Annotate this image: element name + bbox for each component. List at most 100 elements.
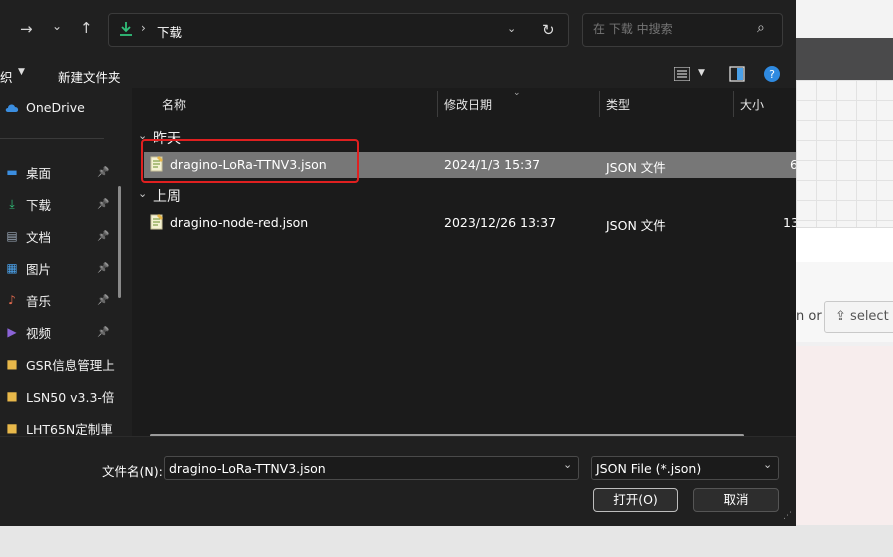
sidebar-item[interactable]: ▤ 文档 📌: [0, 222, 118, 250]
sidebar-item-label: LSN50 v3.3-倍: [26, 389, 115, 405]
view-dropdown-icon[interactable]: ▼: [698, 68, 705, 78]
group-collapse-chevron-icon[interactable]: ⌄: [138, 187, 147, 200]
dialog-footer: 文件名(N): dragino-LoRa-TTNV3.json ⌄ JSON F…: [0, 436, 796, 526]
file-size: 6: [790, 157, 796, 172]
desktop-icon: ▬: [6, 165, 18, 179]
breadcrumb-separator: ›: [141, 21, 146, 35]
sidebar-item-label: 图片: [26, 261, 52, 277]
pin-icon[interactable]: 📌: [97, 199, 109, 210]
upload-icon: ⇪: [835, 309, 846, 324]
file-type: JSON 文件: [606, 160, 666, 175]
up-arrow-icon[interactable]: ↑: [80, 19, 93, 37]
recent-locations-chevron-icon[interactable]: ⌄: [52, 19, 62, 33]
sidebar-item-label: OneDrive: [26, 99, 85, 115]
sidebar-item[interactable]: ⤓ 下载 📌: [0, 190, 118, 218]
pin-icon[interactable]: 📌: [97, 231, 109, 242]
column-separator[interactable]: [437, 91, 438, 117]
refresh-icon[interactable]: ↻: [542, 21, 555, 39]
preview-pane-icon[interactable]: [729, 66, 745, 85]
download-icon: ⤓: [9, 196, 15, 211]
open-button[interactable]: 打开(O): [593, 488, 678, 512]
pin-icon[interactable]: 📌: [97, 263, 109, 274]
address-bar[interactable]: › 下载 ⌄ ↻: [108, 13, 569, 47]
pin-icon[interactable]: 📌: [97, 167, 109, 178]
resize-grip-icon[interactable]: ⋰: [783, 511, 792, 521]
address-row: → ⌄ ↑ › 下载 ⌄ ↻ ⌕: [0, 0, 796, 60]
group-header-last-week[interactable]: 上周: [153, 186, 181, 206]
search-input[interactable]: [591, 21, 755, 37]
file-open-dialog: → ⌄ ↑ › 下载 ⌄ ↻ ⌕ 织 ▼ 新建文件夹 ▼ ?: [0, 0, 796, 526]
background-select-button[interactable]: ⇪ select a: [824, 301, 893, 333]
filename-label: 文件名(N):: [102, 464, 163, 479]
file-date: 2023/12/26 13:37: [444, 215, 557, 230]
json-file-icon: [150, 214, 164, 233]
sidebar-item[interactable]: ▬ 桌面 📌: [0, 158, 118, 186]
sidebar-item-label: 桌面: [26, 165, 52, 181]
svg-text:?: ?: [769, 68, 775, 81]
sidebar-item-label: GSR信息管理上: [26, 357, 115, 373]
folder-icon: ■: [6, 421, 18, 435]
column-header-name[interactable]: 名称: [162, 96, 186, 113]
sidebar-item[interactable]: ♪ 音乐 📌: [0, 286, 118, 314]
file-size: 13: [783, 215, 796, 230]
background-dark-header: [796, 38, 893, 80]
music-icon: ♪: [8, 293, 16, 307]
background-panel: [796, 227, 893, 264]
document-icon: ▤: [6, 229, 18, 243]
organize-dropdown-icon[interactable]: ▼: [18, 67, 25, 77]
column-separator[interactable]: [599, 91, 600, 117]
cloud-icon: [4, 100, 20, 114]
command-bar: 织 ▼ 新建文件夹 ▼ ?: [0, 60, 796, 88]
forward-arrow-icon[interactable]: →: [20, 20, 33, 38]
background-or-text: n or: [796, 309, 822, 324]
filename-input[interactable]: dragino-LoRa-TTNV3.json: [169, 461, 326, 476]
sidebar-item-label: 音乐: [26, 293, 52, 309]
background-bottom-bar: [0, 525, 893, 557]
background-select-label: select a: [850, 309, 893, 324]
highlight-annotation-box: [141, 139, 359, 183]
filetype-chevron-icon[interactable]: ⌄: [763, 458, 772, 471]
navigation-pane: OneDrive ▬ 桌面 📌 ⤓ 下载 📌 ▤ 文档 📌 ▦ 图片 📌 ♪ 音乐 📌 ▶ 视频 📌 ■ GSR信息管…: [0, 88, 130, 437]
video-icon: ▶: [7, 325, 17, 339]
sidebar-item[interactable]: ■ GSR信息管理上: [0, 350, 118, 378]
column-separator[interactable]: [733, 91, 734, 117]
organize-menu-label[interactable]: 织: [0, 67, 13, 86]
file-type: JSON 文件: [606, 218, 666, 233]
filename-combobox[interactable]: dragino-LoRa-TTNV3.json ⌄: [164, 456, 579, 480]
view-options-icon[interactable]: [673, 66, 691, 84]
sidebar-item[interactable]: ▶ 视频 📌: [0, 318, 118, 346]
search-icon[interactable]: ⌕: [757, 20, 765, 36]
sidebar-item-label: 文档: [26, 229, 52, 245]
pin-icon[interactable]: 📌: [97, 295, 109, 306]
sidebar-scrollbar[interactable]: [118, 186, 121, 298]
file-row[interactable]: dragino-node-red.json 2023/12/26 13:37 J…: [144, 210, 796, 236]
file-name: dragino-node-red.json: [170, 215, 309, 230]
pin-icon[interactable]: 📌: [97, 327, 109, 338]
help-icon[interactable]: ?: [764, 66, 780, 85]
sidebar-divider: [0, 138, 104, 139]
picture-icon: ▦: [6, 261, 18, 275]
new-folder-button[interactable]: 新建文件夹: [58, 67, 121, 86]
filetype-select[interactable]: JSON File (*.json) ⌄: [591, 456, 779, 480]
sidebar-item-label: 下载: [26, 197, 52, 213]
breadcrumb-current-folder[interactable]: 下载: [157, 22, 182, 41]
filename-dropdown-chevron-icon[interactable]: ⌄: [563, 458, 572, 471]
sidebar-item-label: LHT65N定制車: [26, 421, 113, 437]
background-grid: [796, 80, 893, 227]
cancel-button[interactable]: 取消: [693, 488, 779, 512]
sidebar-item-label: 视频: [26, 325, 52, 341]
address-dropdown-chevron-icon[interactable]: ⌄: [507, 22, 516, 35]
file-date: 2024/1/3 15:37: [444, 157, 541, 172]
folder-icon: ■: [6, 389, 18, 403]
background-topbar: [796, 0, 893, 38]
sidebar-item-onedrive[interactable]: OneDrive: [0, 93, 118, 121]
sidebar-item[interactable]: ▦ 图片 📌: [0, 254, 118, 282]
folder-icon: ■: [6, 357, 18, 371]
sidebar-item[interactable]: ■ LSN50 v3.3-倍: [0, 382, 118, 410]
download-folder-icon: [119, 21, 133, 40]
column-header-size[interactable]: 大小: [740, 96, 764, 113]
column-header-date[interactable]: 修改日期: [444, 96, 492, 113]
column-header-type[interactable]: 类型: [606, 96, 630, 113]
filetype-value: JSON File (*.json): [596, 461, 702, 476]
search-box[interactable]: ⌕: [582, 13, 783, 47]
